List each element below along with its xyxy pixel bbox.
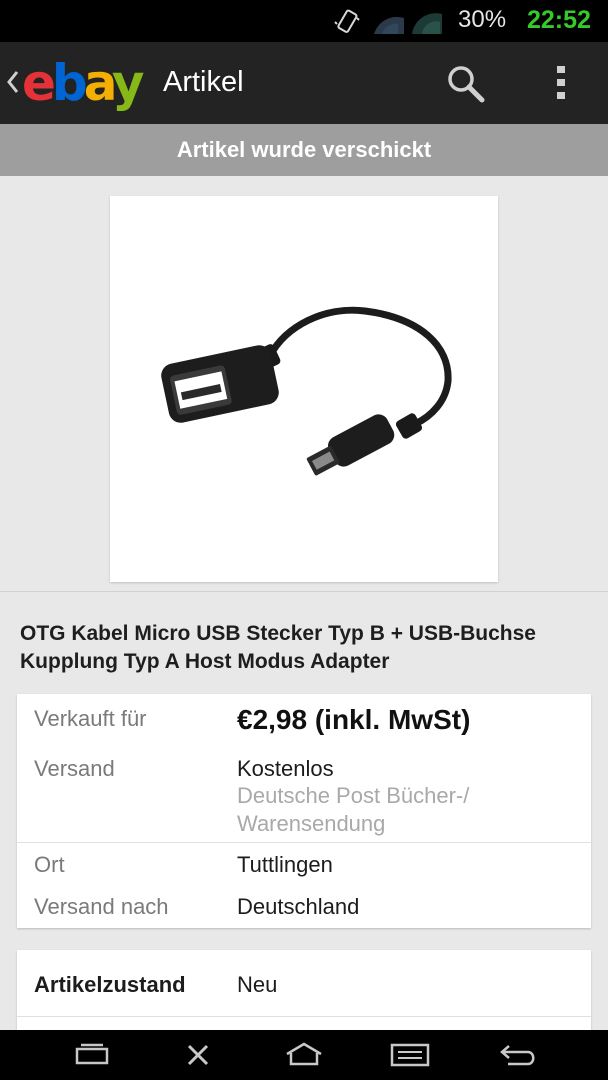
- shipping-service: Deutsche Post Bücher-/ Warensendung: [237, 782, 557, 838]
- recent-apps-icon[interactable]: [74, 1040, 110, 1070]
- condition-card: Artikelzustand Neu: [17, 950, 591, 1030]
- product-image[interactable]: [110, 196, 498, 582]
- image-gallery: [0, 176, 608, 592]
- logo-letter-e: e: [22, 54, 56, 112]
- item-title: OTG Kabel Micro USB Stecker Typ B + USB-…: [20, 622, 536, 673]
- ships-to-label: Versand nach: [34, 894, 169, 919]
- logo-letter-y: y: [111, 54, 145, 112]
- condition-label: Artikelzustand: [34, 972, 186, 997]
- menu-icon[interactable]: [390, 1040, 430, 1070]
- ships-to-value: Deutschland: [237, 894, 360, 919]
- item-details-card: Verkauft für €2,98 (inkl. MwSt) Versand …: [17, 694, 591, 928]
- price-value: €2,98 (inkl. MwSt): [237, 704, 471, 735]
- vibrate-icon: [334, 9, 360, 33]
- shipping-service-line-1: Deutsche Post Bücher-/: [237, 783, 470, 808]
- home-icon[interactable]: [284, 1040, 324, 1070]
- overflow-menu-icon[interactable]: [546, 62, 576, 104]
- wifi-icon: [374, 16, 404, 34]
- signal-icon: [412, 13, 442, 34]
- back-icon[interactable]: [498, 1040, 538, 1070]
- logo-letter-b: b: [51, 54, 88, 112]
- shipping-label: Versand: [34, 756, 115, 781]
- divider: [17, 842, 591, 843]
- shipping-cost-value: Kostenlos: [237, 756, 334, 781]
- navigation-bar: [0, 1030, 608, 1080]
- page-title: Artikel: [163, 66, 244, 98]
- divider: [17, 1016, 591, 1017]
- ebay-logo[interactable]: ebay: [22, 58, 144, 108]
- location-label: Ort: [34, 852, 65, 877]
- close-icon[interactable]: [184, 1040, 212, 1070]
- logo-letter-a: a: [83, 54, 116, 112]
- clock: 22:52: [527, 6, 591, 34]
- sold-for-label: Verkauft für: [34, 706, 147, 731]
- search-icon[interactable]: [444, 62, 486, 104]
- condition-value: Neu: [237, 972, 278, 997]
- action-bar: ebay Artikel: [0, 42, 608, 124]
- back-chevron-icon[interactable]: [6, 68, 20, 96]
- otg-cable-image: [161, 306, 452, 476]
- battery-level: 30%: [458, 6, 507, 33]
- status-bar: 30% 22:52: [0, 0, 608, 42]
- shipped-banner: Artikel wurde verschickt: [0, 124, 608, 176]
- location-value: Tuttlingen: [237, 852, 333, 877]
- shipping-service-line-2: Warensendung: [237, 811, 386, 836]
